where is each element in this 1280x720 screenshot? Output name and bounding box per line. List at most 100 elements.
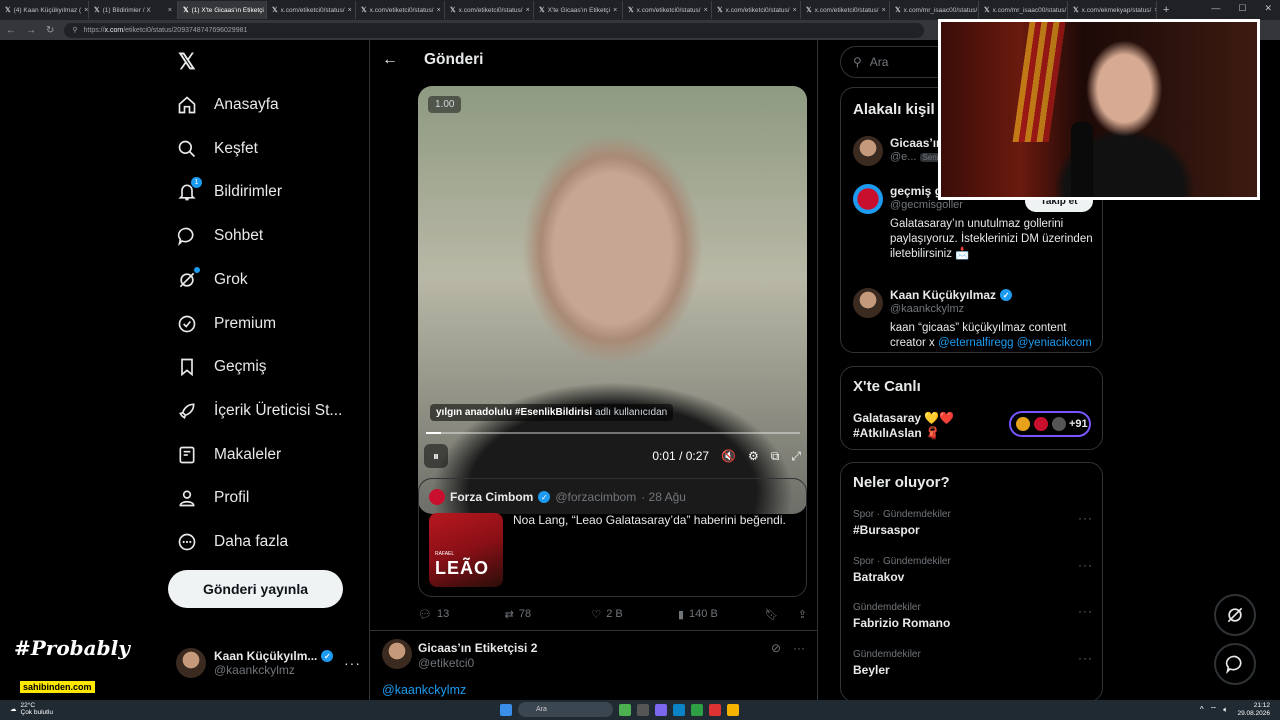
- bio-mention[interactable]: @yeniacikcom: [1017, 337, 1092, 349]
- reply-mention[interactable]: @kaankckylmz: [382, 683, 466, 697]
- trend-item[interactable]: Spor · Gündemdekiler Batrakov ···: [853, 556, 1093, 584]
- browser-tab[interactable]: 𝕏x.com/mr_isaac00/status/×: [979, 1, 1068, 19]
- nav-item-grok[interactable]: Grok: [176, 260, 248, 300]
- picture-in-picture-icon[interactable]: ⧉: [771, 449, 780, 464]
- like-button[interactable]: ♡ 2 B: [591, 608, 678, 621]
- browser-tab[interactable]: 𝕏x.com/ekmekyap/status/×: [1068, 1, 1157, 19]
- quote-author-name[interactable]: Forza Cimbom: [450, 490, 533, 504]
- discord-icon[interactable]: [655, 703, 667, 716]
- close-icon[interactable]: ×: [168, 7, 172, 14]
- forward-arrow-icon[interactable]: →: [26, 25, 36, 36]
- browser-tab[interactable]: 𝕏x.com/etiketci0/status/×: [623, 1, 712, 19]
- more-dots-icon[interactable]: ···: [1078, 558, 1093, 572]
- app-icon[interactable]: [691, 703, 703, 716]
- close-icon[interactable]: ×: [526, 7, 530, 14]
- app-icon[interactable]: [619, 703, 631, 716]
- close-window-icon[interactable]: ✕: [1264, 3, 1272, 14]
- bio-mention[interactable]: @eternalfiregg: [938, 337, 1014, 349]
- browser-tab[interactable]: 𝕏x.com/etiketci0/status/×: [267, 1, 356, 19]
- mute-icon[interactable]: 🔇: [721, 449, 736, 463]
- chrome-icon[interactable]: [727, 703, 739, 716]
- close-icon[interactable]: ×: [84, 7, 88, 14]
- grok-fab[interactable]: [1214, 594, 1256, 636]
- nav-item-premium[interactable]: Premium: [176, 304, 276, 344]
- reply-button[interactable]: 💬︎ 13: [418, 608, 505, 621]
- more-dots-icon[interactable]: ···: [1078, 604, 1093, 618]
- x-logo-icon[interactable]: 𝕏: [178, 51, 198, 73]
- nav-item-bookmarks[interactable]: Geçmiş: [176, 347, 267, 387]
- settings-gear-icon[interactable]: ⚙: [748, 449, 759, 463]
- views-button[interactable]: ▮ 140 B: [678, 608, 765, 621]
- trend-item[interactable]: Gündemdekiler Fabrizio Romano ···: [853, 602, 1093, 630]
- weather-widget[interactable]: ☁ 22°C Çok bulutlu: [10, 702, 53, 716]
- more-dots-icon[interactable]: ···: [344, 655, 361, 671]
- task-view-icon[interactable]: [637, 703, 649, 716]
- live-participants[interactable]: +91: [1009, 411, 1091, 437]
- browser-tab[interactable]: 𝕏 (4) Kaan Küçükyılmaz (×: [0, 1, 89, 19]
- fullscreen-icon[interactable]: ⤢: [791, 449, 801, 464]
- close-icon[interactable]: ×: [437, 7, 441, 14]
- network-icon[interactable]: ⌔: [1210, 705, 1218, 715]
- more-dots-icon[interactable]: ···: [1078, 511, 1093, 525]
- maximize-icon[interactable]: ☐: [1238, 3, 1246, 14]
- reload-icon[interactable]: ↻: [46, 25, 54, 36]
- playback-speed[interactable]: 1.00: [428, 96, 462, 113]
- browser-tab[interactable]: 𝕏 X'te Gicaas'ın Etiketçi ×: [534, 1, 623, 19]
- back-arrow-icon[interactable]: ←: [382, 51, 398, 69]
- more-dots-icon[interactable]: ···: [793, 641, 805, 655]
- trend-item[interactable]: Spor · Gündemdekiler #Bursaspor ···: [853, 509, 1093, 537]
- browser-tab[interactable]: 𝕏x.com/etiketci0/status/×: [445, 1, 534, 19]
- back-arrow-icon[interactable]: ←: [6, 25, 16, 36]
- account-switcher[interactable]: Kaan Küçükyılm... ✓ @kaankckylmz ···: [176, 643, 361, 683]
- browser-tab-active[interactable]: 𝕏(1) X'te Gicaas'ın Etiketçi×: [178, 1, 267, 19]
- nav-item-notifications[interactable]: 1 Bildirimler: [176, 172, 282, 212]
- repost-button[interactable]: ⇄ 78: [505, 608, 592, 621]
- browser-tab[interactable]: 𝕏x.com/etiketci0/status/×: [801, 1, 890, 19]
- volume-icon[interactable]: 🔈︎: [1223, 705, 1228, 715]
- share-icon[interactable]: ⇪: [798, 608, 807, 621]
- reply-author-name[interactable]: Gicaas’ın Etiketçisi 2: [418, 641, 537, 655]
- start-icon[interactable]: [500, 703, 512, 716]
- browser-tab[interactable]: 𝕏x.com/etiketci0/status/×: [356, 1, 445, 19]
- nav-item-home[interactable]: Anasayfa: [176, 85, 279, 125]
- bookmark-button[interactable]: 🔖︎ ⇪: [765, 608, 807, 621]
- taskbar-clock[interactable]: 21:12 29.08.2026: [1237, 702, 1270, 718]
- quoted-post[interactable]: Forza Cimbom ✓ @forzacimbom · 28 Ağu RAF…: [418, 478, 807, 597]
- site-info-icon[interactable]: ⚲: [72, 26, 77, 34]
- post-button[interactable]: Gönderi yayınla: [168, 570, 343, 608]
- minimize-icon[interactable]: —: [1211, 3, 1220, 14]
- live-space[interactable]: Galatasaray 💛❤️ #AtkılıAslan 🧣: [853, 411, 954, 441]
- nav-item-more[interactable]: Daha fazla: [176, 522, 288, 562]
- quote-image[interactable]: RAFAEL LEÃO: [429, 513, 503, 587]
- video-player[interactable]: 1.00 yılgın anadolulu #EsenlikBildirisi …: [418, 86, 807, 514]
- nav-label: Daha fazla: [214, 533, 289, 550]
- url-field[interactable]: ⚲ https://x.com/etiketci0/status/2093748…: [64, 22, 925, 38]
- nav-item-explore[interactable]: Keşfet: [176, 129, 258, 169]
- trend-item[interactable]: Gündemdekiler Beyler ···: [853, 649, 1093, 677]
- chevron-up-icon[interactable]: ^: [1200, 705, 1204, 715]
- more-dots-icon[interactable]: ···: [1078, 651, 1093, 665]
- close-icon[interactable]: ×: [882, 7, 886, 14]
- play-pause-icon[interactable]: ⏸: [424, 444, 448, 468]
- close-icon[interactable]: ×: [793, 7, 797, 14]
- nav-item-articles[interactable]: Makaleler: [176, 435, 281, 475]
- related-person[interactable]: Kaan Küçükyılmaz ✓ @kaankckylmz kaan “gic…: [853, 288, 1093, 349]
- app-icon[interactable]: [709, 703, 721, 716]
- reply-post[interactable]: Gicaas’ın Etiketçisi 2 @etiketci0 ⊘ ··· @…: [370, 630, 817, 700]
- taskbar-search[interactable]: Ara: [518, 702, 613, 717]
- video-progress-bar[interactable]: [426, 432, 800, 434]
- browser-tab[interactable]: 𝕏x.com/mr_isaac00/status/×: [890, 1, 979, 19]
- messages-fab[interactable]: [1214, 643, 1256, 685]
- nav-item-chat[interactable]: Sohbet: [176, 216, 263, 256]
- close-icon[interactable]: ×: [704, 7, 708, 14]
- new-tab-button[interactable]: +: [1157, 4, 1175, 16]
- close-icon[interactable]: ×: [348, 7, 352, 14]
- nav-item-creator-studio[interactable]: İçerik Üreticisi St...: [176, 391, 342, 431]
- edge-icon[interactable]: [673, 703, 685, 716]
- browser-tab[interactable]: 𝕏 (1) Bildirimler / X ×: [89, 1, 178, 19]
- close-icon[interactable]: ×: [613, 7, 617, 14]
- browser-tab[interactable]: 𝕏x.com/etiketci0/status/×: [712, 1, 801, 19]
- nav-item-profile[interactable]: Profil: [176, 478, 249, 518]
- attribution-user[interactable]: yılgın anadolulu #EsenlikBildirisi: [436, 407, 592, 418]
- grok-icon[interactable]: ⊘: [771, 641, 781, 655]
